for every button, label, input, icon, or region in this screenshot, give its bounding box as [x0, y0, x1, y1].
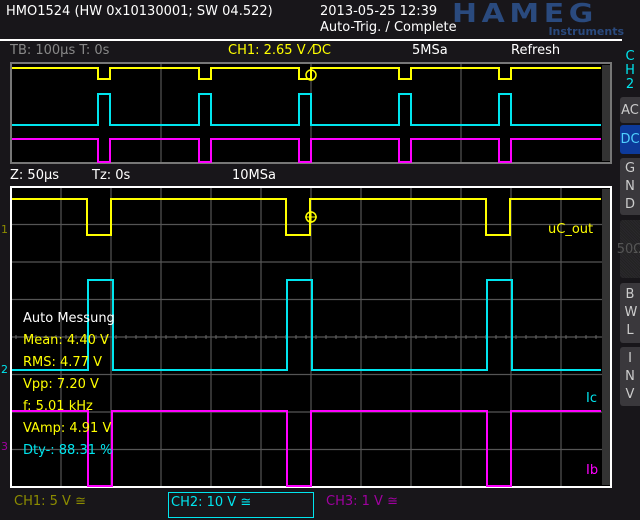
- ch3-scale[interactable]: CH3: 1 V ≅: [326, 494, 398, 509]
- overview-panel-scrollbar: [602, 65, 610, 161]
- ch2-scale[interactable]: CH2: 10 V ≅: [168, 492, 314, 518]
- ch1-scale[interactable]: CH1: 5 V ≅: [14, 494, 86, 509]
- active-channel-label: CH2: [621, 50, 639, 92]
- coupling-gnd-label: GND: [624, 160, 636, 212]
- measurement-mean: Mean: 4.40 V: [23, 333, 109, 348]
- ch1-trace-label: uC_out: [548, 222, 594, 237]
- bandwidth-limit-label: BWL: [624, 287, 638, 338]
- impedance-50-ohm-button[interactable]: 50Ω: [617, 220, 640, 278]
- ch2-trace-label: Ic: [586, 391, 597, 406]
- measurement-rms: RMS: 4.77 V: [23, 355, 102, 370]
- invert-button[interactable]: INV: [620, 347, 640, 406]
- coupling-ac-button[interactable]: AC: [620, 97, 640, 123]
- coupling-dc-button[interactable]: DC: [620, 125, 640, 154]
- measurement-frequency: f: 5.01 kHz: [23, 399, 93, 414]
- coupling-gnd-button[interactable]: GND: [620, 158, 640, 215]
- ch2-offset-marker[interactable]: 2: [1, 363, 8, 376]
- measurement-duty: Dty-: 88.31 %: [23, 443, 113, 458]
- bandwidth-limit-button[interactable]: BWL: [620, 283, 640, 343]
- measurement-vpp: Vpp: 7.20 V: [23, 377, 99, 392]
- invert-label: INV: [625, 350, 635, 402]
- ch1-offset-marker[interactable]: 1: [1, 223, 8, 236]
- channel-letter: C: [625, 49, 635, 64]
- zoom-panel-scrollbar: [602, 189, 610, 485]
- ch3-offset-marker[interactable]: 3: [1, 440, 8, 453]
- measurement-vamp: VAmp: 4.91 V: [23, 421, 112, 436]
- ch3-trace-label: Ib: [586, 463, 599, 478]
- waveform-display[interactable]: [0, 0, 640, 520]
- channel-number: 2: [625, 77, 635, 92]
- measurement-title: Auto Messung: [23, 311, 115, 326]
- channel-letter: H: [625, 63, 635, 78]
